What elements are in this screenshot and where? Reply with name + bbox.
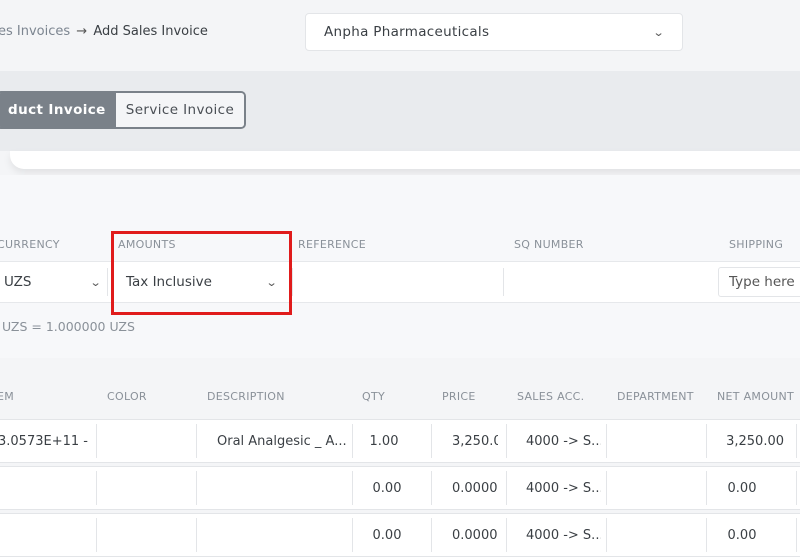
item-cell[interactable]: 3.0573E+11 -... [0, 420, 88, 462]
department-cell[interactable] [612, 467, 702, 509]
divider [606, 518, 607, 552]
color-cell[interactable] [106, 467, 191, 509]
exchange-rate-text: UZS = 1.000000 UZS [2, 319, 135, 334]
col-header-description: DESCRIPTION [207, 390, 285, 403]
divider [506, 424, 507, 458]
currency-value: UZS [4, 274, 32, 290]
col-header-net-amount: NET AMOUNT [717, 390, 795, 403]
divider [431, 471, 432, 505]
tab-service-invoice[interactable]: Service Invoice [115, 93, 245, 127]
divider [107, 268, 108, 296]
card-top-edge [10, 151, 800, 169]
breadcrumb-arrow-icon: → [76, 24, 88, 39]
company-select[interactable]: Anpha Pharmaceuticals ⌄ [305, 13, 683, 51]
reference-label: REFERENCE [298, 238, 367, 251]
amounts-select[interactable]: Tax Inclusive ⌄ [126, 262, 278, 302]
divider [196, 471, 197, 505]
sq-number-input[interactable] [508, 262, 708, 302]
qty-cell[interactable]: 0.00 [352, 467, 422, 509]
shipping-label: SHIPPING [729, 238, 784, 251]
chevron-down-icon: ⌄ [653, 25, 666, 39]
divider [96, 424, 97, 458]
divider [506, 518, 507, 552]
price-cell[interactable]: 3,250.0 [452, 420, 498, 462]
shipping-input[interactable] [718, 267, 800, 297]
divider [431, 518, 432, 552]
col-header-qty: QTY [362, 390, 385, 403]
divider [431, 424, 432, 458]
table-row: 0.00 0.0000 4000 -> S... 0.00 [0, 513, 800, 557]
divider [96, 471, 97, 505]
invoice-type-tabs: duct Invoice Service Invoice [0, 91, 247, 129]
amounts-value: Tax Inclusive [126, 274, 212, 290]
item-cell[interactable] [0, 514, 88, 556]
amounts-label: AMOUNTS [118, 238, 176, 251]
divider [796, 471, 797, 505]
col-header-sales-acc: SALES ACC. [517, 390, 585, 403]
reference-input[interactable] [298, 262, 498, 302]
price-cell[interactable]: 0.0000 [452, 514, 498, 556]
qty-cell[interactable]: 0.00 [352, 514, 422, 556]
col-header-color: COLOR [107, 390, 147, 403]
divider [606, 471, 607, 505]
currency-label: CURRENCY [0, 238, 60, 251]
table-row: 3.0573E+11 -... Oral Analgesic _ A... 1.… [0, 419, 800, 463]
divider [796, 424, 797, 458]
company-select-value: Anpha Pharmaceuticals [324, 24, 490, 40]
sales-acc-cell[interactable]: 4000 -> S... [526, 420, 601, 462]
color-cell[interactable] [106, 514, 191, 556]
sq-number-label: SQ NUMBER [514, 238, 584, 251]
sales-acc-cell[interactable]: 4000 -> S... [526, 467, 601, 509]
divider [196, 424, 197, 458]
item-cell[interactable] [0, 467, 88, 509]
divider [96, 518, 97, 552]
divider [196, 518, 197, 552]
currency-select[interactable]: UZS ⌄ [4, 262, 102, 302]
color-cell[interactable] [106, 420, 191, 462]
col-header-price: PRICE [442, 390, 476, 403]
price-cell[interactable]: 0.0000 [452, 467, 498, 509]
divider [506, 471, 507, 505]
col-header-department: DEPARTMENT [617, 390, 694, 403]
divider [606, 424, 607, 458]
table-row: 0.00 0.0000 4000 -> S... 0.00 [0, 466, 800, 510]
tab-product-invoice[interactable]: duct Invoice [0, 93, 116, 127]
department-cell[interactable] [612, 420, 702, 462]
header-fields-row: UZS ⌄ Tax Inclusive ⌄ [0, 261, 800, 303]
department-cell[interactable] [612, 514, 702, 556]
description-cell[interactable] [217, 514, 347, 556]
divider [292, 268, 293, 296]
divider [503, 268, 504, 296]
chevron-down-icon: ⌄ [89, 275, 102, 289]
net-amount-cell: 0.00 [727, 480, 757, 496]
description-cell[interactable]: Oral Analgesic _ A... [217, 420, 347, 462]
description-cell[interactable] [217, 467, 347, 509]
breadcrumb: es Invoices → Add Sales Invoice [0, 24, 208, 39]
breadcrumb-current: Add Sales Invoice [93, 24, 208, 39]
sales-acc-cell[interactable]: 4000 -> S... [526, 514, 601, 556]
qty-cell[interactable]: 1.00 [352, 420, 416, 462]
col-header-item: EM [0, 390, 15, 403]
divider [796, 518, 797, 552]
net-amount-cell: 3,250.00 [726, 433, 784, 449]
breadcrumb-sales-invoices-link[interactable]: es Invoices [0, 24, 70, 39]
chevron-down-icon: ⌄ [265, 275, 278, 289]
net-amount-cell: 0.00 [727, 527, 757, 543]
